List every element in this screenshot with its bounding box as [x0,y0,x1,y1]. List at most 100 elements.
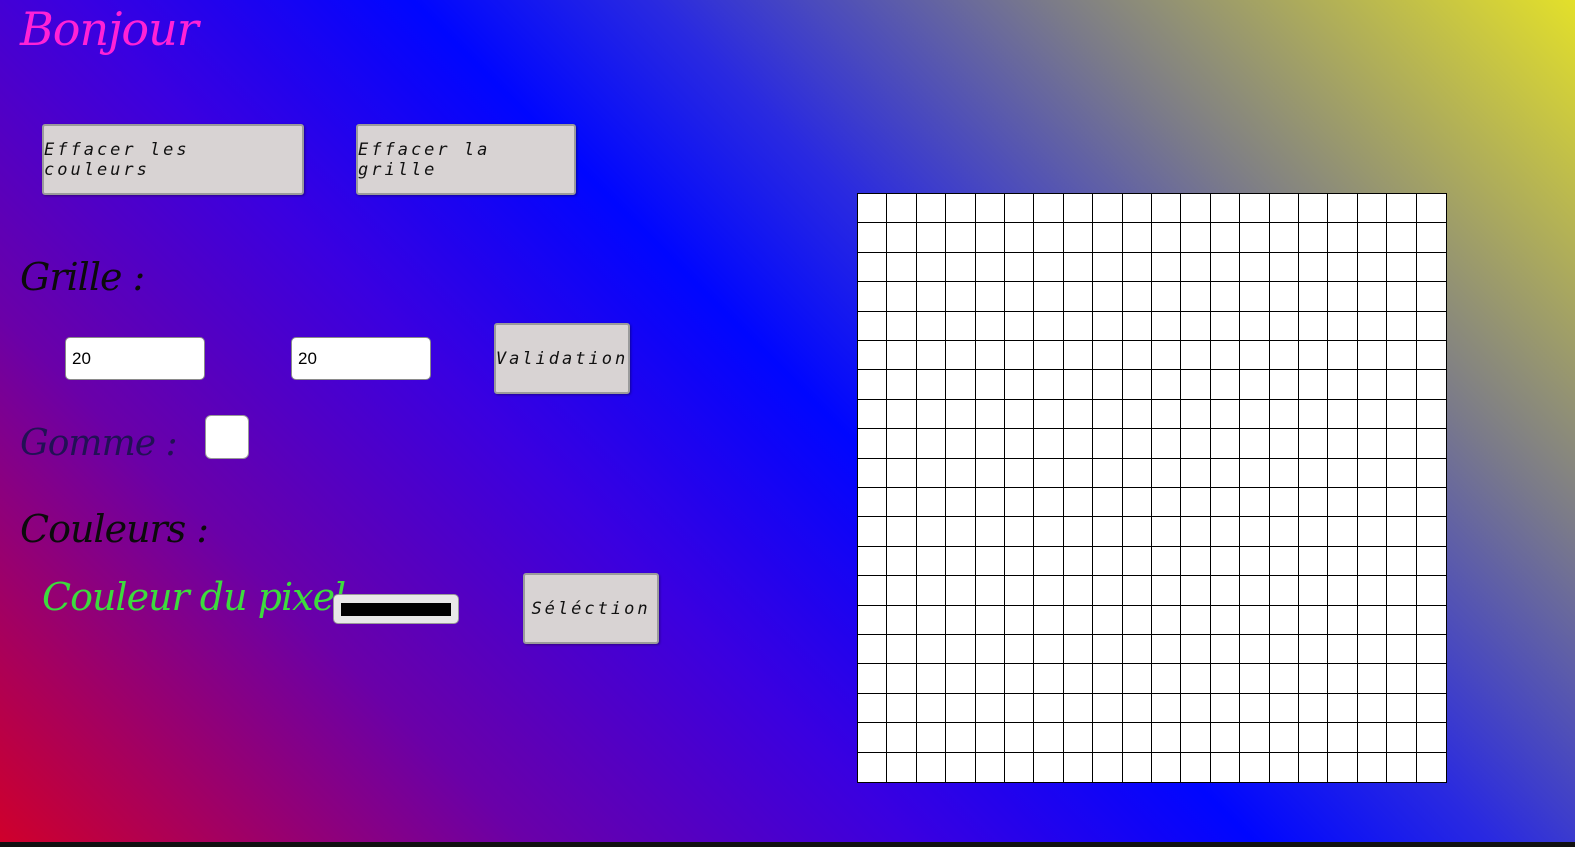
grid-cell[interactable] [1093,429,1123,459]
grid-cell[interactable] [1298,517,1329,547]
grid-cell[interactable] [1387,752,1417,782]
grid-cell[interactable] [1269,693,1299,724]
grid-cell[interactable] [975,664,1005,694]
grid-cell[interactable] [975,429,1005,459]
grid-cell[interactable] [1122,429,1152,459]
grid-cell[interactable] [1151,370,1182,400]
grid-cell[interactable] [1122,634,1152,665]
grid-cell[interactable] [1093,194,1123,224]
grid-cell[interactable] [1328,752,1358,782]
grid-cell[interactable] [1063,252,1094,283]
grid-cell[interactable] [1034,340,1064,371]
grid-cols-input[interactable] [291,337,431,380]
grid-cell[interactable] [1269,517,1299,547]
grid-cell[interactable] [1269,458,1299,488]
grid-cell[interactable] [946,693,976,724]
grid-cell[interactable] [1122,340,1152,371]
grid-cell[interactable] [1269,429,1299,459]
grid-cell[interactable] [1004,340,1035,371]
grid-cell[interactable] [1269,340,1299,371]
grid-cell[interactable] [1387,429,1417,459]
grid-cell[interactable] [916,576,947,606]
grid-cell[interactable] [1387,340,1417,371]
grid-cell[interactable] [858,487,888,518]
grid-cell[interactable] [1181,311,1211,341]
grid-cell[interactable] [1328,194,1358,224]
grid-cell[interactable] [1034,693,1064,724]
grid-cell[interactable] [975,693,1005,724]
grid-cell[interactable] [1210,458,1241,488]
grid-cell[interactable] [1181,546,1211,577]
grid-cell[interactable] [1063,664,1094,694]
grid-cell[interactable] [858,634,888,665]
grid-cell[interactable] [858,693,888,724]
grid-cell[interactable] [1416,458,1446,488]
grid-cell[interactable] [1181,576,1211,606]
grid-cell[interactable] [1298,223,1329,253]
grid-cell[interactable] [1181,487,1211,518]
grid-cell[interactable] [1063,282,1094,312]
grid-cell[interactable] [1387,282,1417,312]
grid-cell[interactable] [1416,340,1446,371]
grid-cell[interactable] [1240,429,1270,459]
grid-cell[interactable] [1240,311,1270,341]
grid-cell[interactable] [858,252,888,283]
grid-cell[interactable] [1034,223,1064,253]
grid-cell[interactable] [1004,576,1035,606]
grid-cell[interactable] [1328,282,1358,312]
grid-cell[interactable] [946,752,976,782]
grid-cell[interactable] [946,664,976,694]
grid-cell[interactable] [1357,370,1388,400]
grid-cell[interactable] [1210,340,1241,371]
grid-cell[interactable] [1122,517,1152,547]
eraser-checkbox[interactable] [205,415,249,459]
grid-cell[interactable] [1328,370,1358,400]
grid-cell[interactable] [946,370,976,400]
grid-cell[interactable] [858,546,888,577]
grid-cell[interactable] [1357,576,1388,606]
grid-cell[interactable] [1093,252,1123,283]
grid-cell[interactable] [1269,576,1299,606]
grid-cell[interactable] [1387,723,1417,753]
grid-cell[interactable] [1269,399,1299,430]
grid-cell[interactable] [1240,194,1270,224]
grid-cell[interactable] [1034,458,1064,488]
grid-cell[interactable] [1357,223,1388,253]
grid-cell[interactable] [946,634,976,665]
grid-cell[interactable] [1269,194,1299,224]
grid-cell[interactable] [1122,664,1152,694]
grid-cell[interactable] [916,223,947,253]
grid-cell[interactable] [1357,752,1388,782]
grid-cell[interactable] [1034,634,1064,665]
grid-cell[interactable] [1210,576,1241,606]
grid-cell[interactable] [858,723,888,753]
grid-cell[interactable] [975,252,1005,283]
grid-cell[interactable] [887,194,917,224]
grid-cell[interactable] [887,223,917,253]
grid-cell[interactable] [975,399,1005,430]
grid-cell[interactable] [858,576,888,606]
grid-cell[interactable] [975,546,1005,577]
grid-cell[interactable] [916,517,947,547]
grid-cell[interactable] [1328,429,1358,459]
grid-cell[interactable] [1328,252,1358,283]
grid-cell[interactable] [1063,223,1094,253]
grid-cell[interactable] [916,340,947,371]
grid-cell[interactable] [1122,752,1152,782]
grid-cell[interactable] [1357,458,1388,488]
grid-cell[interactable] [1240,487,1270,518]
grid-cell[interactable] [1298,664,1329,694]
grid-cell[interactable] [1181,664,1211,694]
clear-grid-button[interactable]: Effacer la grille [356,124,576,195]
grid-cell[interactable] [1210,399,1241,430]
grid-cell[interactable] [1122,693,1152,724]
grid-cell[interactable] [975,752,1005,782]
grid-cell[interactable] [916,282,947,312]
grid-cell[interactable] [1151,723,1182,753]
grid-cell[interactable] [1210,752,1241,782]
grid-cell[interactable] [1063,546,1094,577]
grid-cell[interactable] [1034,517,1064,547]
grid-cell[interactable] [1034,723,1064,753]
grid-cell[interactable] [1004,723,1035,753]
grid-cell[interactable] [1357,311,1388,341]
